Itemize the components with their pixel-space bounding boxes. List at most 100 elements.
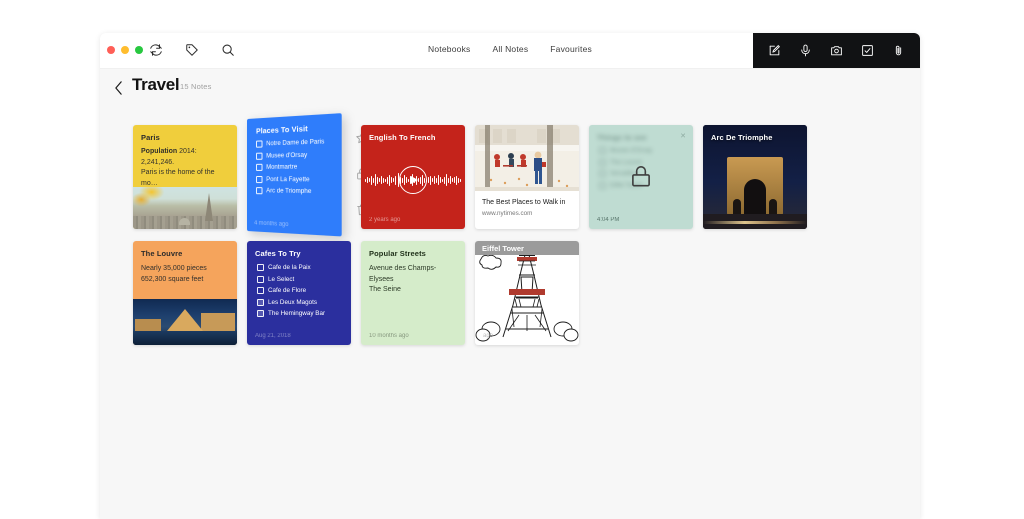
checklist-label: Musee d'Orsay — [266, 150, 308, 160]
web-clip-title: The Best Places to Walk in — [482, 199, 566, 206]
waveform-bar — [456, 175, 457, 185]
notebook-header: Travel 15 Notes — [100, 68, 920, 110]
note-card-content: Popular Streets Avenue des Champs-Elysee… — [361, 241, 465, 296]
note-card-content: Places To Visit Notre Dame de Paris Muse… — [247, 113, 342, 196]
checklist-label: Cafe de Flore — [268, 287, 307, 294]
waveform-bar — [391, 177, 392, 183]
louvre-pyramid-night-photo — [133, 299, 237, 345]
note-card-slot: ✕ Things to see Musee d'Orsay The Louvre — [589, 125, 693, 229]
note-card-english-to-french[interactable]: English To French 2 years ago — [361, 125, 465, 229]
eiffel-tower-hand-drawing — [475, 244, 579, 342]
note-title: Places To Visit — [256, 123, 308, 136]
waveform-bar — [432, 178, 433, 182]
camera-icon[interactable] — [828, 42, 846, 60]
waveform-bar — [393, 178, 394, 182]
checklist-item[interactable]: Le Select — [257, 275, 343, 283]
checklist-item[interactable]: Cafe de la Paix — [257, 264, 343, 271]
sketch-title-bar: Eiffel Tower — [475, 241, 579, 255]
notes-grid: Paris Population 2014: 2,241,246. Paris … — [133, 113, 920, 357]
compose-icon[interactable] — [766, 42, 784, 60]
note-date: 2 years ago — [369, 217, 401, 223]
note-card-web-clip[interactable]: The Best Places to Walk in www.nytimes.c… — [475, 125, 579, 229]
water-reflection — [133, 331, 237, 345]
nav-link-favourites[interactable]: Favourites — [550, 44, 592, 54]
checkbox[interactable] — [256, 152, 263, 160]
note-count: 15 Notes — [180, 82, 212, 91]
cafe-scene-svg — [475, 125, 579, 191]
note-card-places-to-visit[interactable]: Places To Visit Notre Dame de Paris Muse… — [247, 113, 342, 237]
checkbox[interactable] — [256, 140, 263, 148]
note-card-slot: Paris Population 2014: 2,241,246. Paris … — [133, 125, 237, 229]
checklist-item[interactable]: Pont La Fayette — [256, 175, 333, 183]
waveform-bar — [381, 176, 382, 184]
note-card-slot: English To French 2 years ago — [361, 125, 465, 229]
note-date: 4 months ago — [254, 220, 289, 229]
checklist-icon[interactable] — [859, 42, 877, 60]
title-bar: Notebooks All Notes Favourites — [100, 33, 920, 69]
note-card-locked[interactable]: ✕ Things to see Musee d'Orsay The Louvre — [589, 125, 693, 229]
palace-wing-right — [201, 313, 235, 331]
waveform-bar — [430, 175, 431, 185]
note-card-slot: Places To Visit Notre Dame de Paris Muse… — [247, 113, 368, 237]
waveform-bar — [438, 175, 439, 185]
note-card-cafes-to-try[interactable]: Cafes To Try Cafe de la Paix Le Select C… — [247, 241, 351, 345]
eiffel-tower-cityscape-photo — [133, 187, 237, 229]
waveform-bar — [444, 176, 445, 184]
checkbox[interactable] — [256, 163, 263, 171]
notes-row: Paris Population 2014: 2,241,246. Paris … — [133, 113, 920, 237]
create-note-toolbar — [753, 33, 920, 68]
checklist-item[interactable]: Arc de Triomphe — [256, 187, 333, 195]
note-card-content: English To French — [361, 125, 465, 142]
nav-link-all-notes[interactable]: All Notes — [492, 44, 528, 54]
checklist-label: Montmartre — [266, 163, 298, 171]
waveform-bar — [371, 175, 372, 185]
note-body-second-line: The Seine — [369, 286, 401, 293]
app-window: Notebooks All Notes Favourites Travel 15… — [100, 33, 920, 519]
checkbox[interactable] — [256, 175, 263, 183]
waveform-bar — [454, 177, 455, 183]
checkbox[interactable] — [257, 264, 264, 271]
checklist-item[interactable]: Cafe de Flore — [257, 287, 343, 294]
note-title: Arc De Triomphe — [711, 133, 773, 142]
waveform-bar — [434, 176, 435, 184]
waveform-bar — [446, 174, 447, 186]
checkbox-checked[interactable] — [257, 298, 264, 306]
back-button[interactable] — [114, 81, 123, 100]
checkbox[interactable] — [257, 275, 264, 283]
note-card-the-louvre[interactable]: The Louvre Nearly 35,000 pieces 652,300 … — [133, 241, 237, 345]
note-card-eiffel-tower-sketch[interactable]: Eiffel Tower ago — [475, 241, 579, 345]
checklist-item[interactable]: The Hemingway Bar — [257, 310, 343, 317]
eiffel-tower-shape — [205, 193, 213, 221]
light-trail — [703, 221, 807, 224]
checklist-label: The Hemingway Bar — [268, 310, 326, 317]
attachment-icon[interactable] — [890, 42, 908, 60]
note-card-paris[interactable]: Paris Population 2014: 2,241,246. Paris … — [133, 125, 237, 229]
checkbox — [599, 158, 606, 166]
note-body: Avenue des Champs-Elysees — [369, 265, 437, 283]
play-icon[interactable] — [399, 166, 427, 194]
note-title: Popular Streets — [369, 249, 426, 258]
checklist-item[interactable]: Notre Dame de Paris — [256, 138, 333, 148]
checkbox-checked[interactable] — [257, 310, 264, 317]
play-triangle — [410, 176, 418, 184]
waveform-bar — [375, 174, 376, 186]
note-date: 10 months ago — [369, 333, 409, 339]
note-card-popular-streets[interactable]: Popular Streets Avenue des Champs-Elysee… — [361, 241, 465, 345]
web-clip-caption: The Best Places to Walk in www.nytimes.c… — [475, 191, 572, 217]
checklist-label: Les Deux Magots — [268, 298, 318, 306]
note-body-second-line: Paris is the home of the mo… — [141, 169, 215, 187]
nav-link-notebooks[interactable]: Notebooks — [428, 44, 470, 54]
note-card-slot: The Best Places to Walk in www.nytimes.c… — [475, 125, 579, 229]
note-card-arc-de-triomphe[interactable]: Arc De Triomphe — [703, 125, 807, 229]
tilted-card-wrapper: Places To Visit Notre Dame de Paris Muse… — [247, 113, 351, 237]
note-date: Aug 21, 2018 — [255, 333, 291, 339]
checkbox[interactable] — [257, 287, 264, 294]
waveform-bar — [379, 178, 380, 182]
checklist-item[interactable]: Montmartre — [256, 163, 333, 171]
waveform-bar — [442, 178, 443, 182]
microphone-icon[interactable] — [797, 42, 815, 60]
checklist-item[interactable]: Musee d'Orsay — [256, 150, 333, 160]
checkbox[interactable] — [256, 187, 263, 195]
checklist-item[interactable]: Les Deux Magots — [257, 298, 343, 306]
checklist-label: Pont La Fayette — [266, 175, 310, 183]
